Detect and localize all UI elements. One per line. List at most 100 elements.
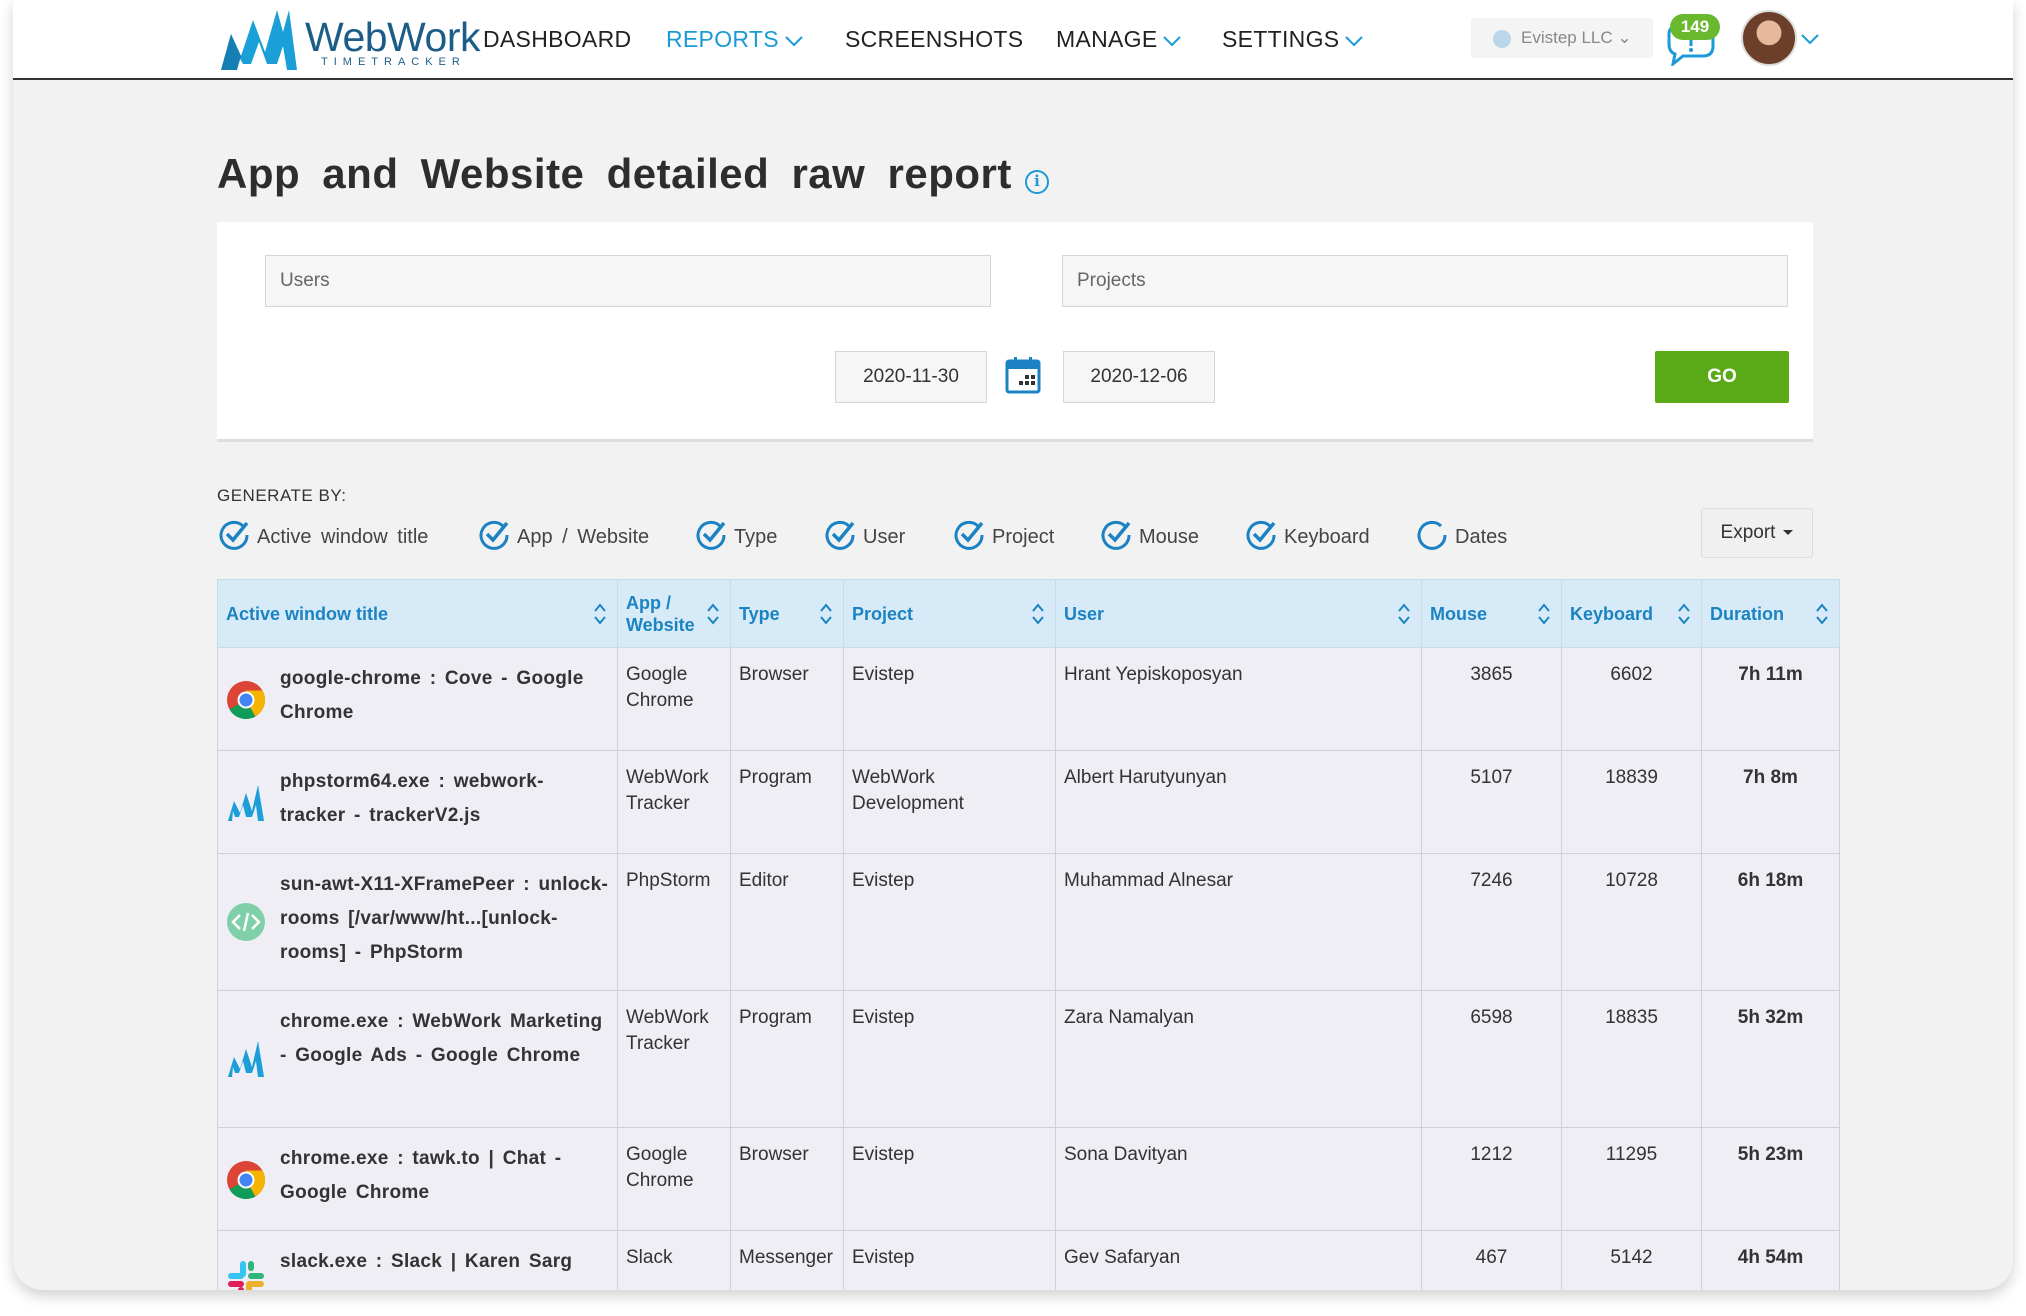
nav-dashboard[interactable]: DASHBOARD — [483, 26, 631, 53]
table-row[interactable]: google-chrome : Cove - Google Chrome Goo… — [217, 647, 1840, 751]
window-title-text: slack.exe : Slack | Karen Sarg — [280, 1251, 573, 1272]
webwork-icon — [228, 785, 264, 821]
organization-select[interactable]: Evistep LLC ⌄ — [1471, 18, 1653, 58]
slack-icon — [228, 1261, 264, 1290]
organization-icon — [1493, 30, 1511, 48]
column-header-keyboard[interactable]: Keyboard — [1561, 579, 1702, 648]
cell-duration: 5h 23m — [1701, 1127, 1840, 1231]
checked-circle-icon — [1246, 520, 1276, 550]
cell-app: WebWork Tracker — [617, 990, 731, 1128]
option-user[interactable]: User — [823, 518, 933, 554]
column-header-user[interactable]: User — [1055, 579, 1422, 648]
cell-user: Zara Namalyan — [1055, 990, 1422, 1128]
cell-keyboard: 6602 — [1561, 647, 1702, 751]
nav-reports[interactable]: REPORTS — [666, 26, 803, 53]
checked-circle-icon — [954, 520, 984, 550]
option-mouse[interactable]: Mouse — [1099, 518, 1229, 554]
logo-tagline: TIMETRACKER — [321, 56, 466, 68]
cell-user: Muhammad Alnesar — [1055, 853, 1422, 991]
cell-keyboard: 5142 — [1561, 1230, 1702, 1290]
window-title-text: phpstorm64.exe : webwork-tracker - track… — [280, 771, 544, 826]
column-header-mouse[interactable]: Mouse — [1421, 579, 1562, 648]
webwork-logo[interactable]: WebWork TIMETRACKER — [217, 6, 480, 74]
column-header-app-website[interactable]: App / Website — [617, 579, 731, 648]
date-to-field[interactable]: 2020-12-06 — [1063, 351, 1215, 403]
cell-project: Evistep — [843, 1127, 1056, 1231]
cell-duration: 5h 32m — [1701, 990, 1840, 1128]
option-active-window-title[interactable]: Active window title — [217, 518, 457, 554]
cell-user: Hrant Yepiskoposyan — [1055, 647, 1422, 751]
cell-project: Evistep — [843, 1230, 1056, 1290]
cell-keyboard: 18839 — [1561, 750, 1702, 854]
cell-keyboard: 11295 — [1561, 1127, 1702, 1231]
cell-type: Program — [730, 990, 844, 1128]
cell-window-title: slack.exe : Slack | Karen Sarg — [217, 1230, 618, 1290]
users-select[interactable] — [265, 255, 991, 307]
chevron-down-icon — [785, 26, 803, 53]
table-row[interactable]: phpstorm64.exe : webwork-tracker - track… — [217, 750, 1840, 854]
table-row[interactable]: sun-awt-X11-XFramePeer : unlock-rooms [/… — [217, 853, 1840, 991]
column-header-project[interactable]: Project — [843, 579, 1056, 648]
organization-name-text: Evistep LLC — [1521, 28, 1613, 47]
caret-down-icon — [1783, 530, 1794, 536]
date-from-field[interactable]: 2020-11-30 — [835, 351, 987, 403]
cell-type: Program — [730, 750, 844, 854]
option-label: App / Website — [517, 526, 650, 548]
top-navbar: WebWork TIMETRACKER DASHBOARD REPORTS SC… — [13, 0, 2013, 80]
option-app-website[interactable]: App / Website — [477, 518, 667, 554]
export-label: Export — [1720, 522, 1776, 543]
cell-mouse: 7246 — [1421, 853, 1562, 991]
page-title: App and Website detailed raw report — [217, 150, 1012, 197]
generate-by-label: GENERATE BY: — [217, 486, 347, 505]
unchecked-circle-icon — [1417, 520, 1447, 550]
option-type[interactable]: Type — [694, 518, 804, 554]
checked-circle-icon — [825, 520, 855, 550]
nav-manage-label: MANAGE — [1056, 26, 1158, 52]
cell-duration: 6h 18m — [1701, 853, 1840, 991]
go-button[interactable]: GO — [1655, 351, 1789, 403]
table-row[interactable]: chrome.exe : WebWork Marketing - Google … — [217, 990, 1840, 1128]
option-keyboard[interactable]: Keyboard — [1244, 518, 1394, 554]
column-header-duration[interactable]: Duration — [1701, 579, 1840, 648]
code-icon — [227, 903, 265, 941]
option-label: Dates — [1455, 526, 1508, 548]
user-avatar[interactable] — [1741, 10, 1797, 66]
cell-window-title: phpstorm64.exe : webwork-tracker - track… — [217, 750, 618, 854]
cell-type: Browser — [730, 1127, 844, 1231]
cell-project: Evistep — [843, 990, 1056, 1128]
report-table: Active window title App / Website Type P… — [217, 579, 1840, 1290]
cell-mouse: 3865 — [1421, 647, 1562, 751]
filter-panel: 2020-11-30 2020-12-06 GO — [217, 222, 1813, 442]
sort-icon — [1816, 603, 1828, 625]
cell-app: Google Chrome — [617, 647, 731, 751]
nav-screenshots[interactable]: SCREENSHOTS — [845, 26, 1023, 53]
cell-user: Sona Davityan — [1055, 1127, 1422, 1231]
cell-mouse: 1212 — [1421, 1127, 1562, 1231]
projects-select[interactable] — [1062, 255, 1788, 307]
option-label: Keyboard — [1284, 526, 1370, 548]
option-project[interactable]: Project — [952, 518, 1082, 554]
option-dates[interactable]: Dates — [1415, 518, 1525, 554]
nav-manage[interactable]: MANAGE — [1056, 26, 1182, 53]
table-row[interactable]: slack.exe : Slack | Karen Sarg Slack Mes… — [217, 1230, 1840, 1290]
option-label: Type — [734, 526, 778, 548]
checked-circle-icon — [1101, 520, 1131, 550]
column-header-type[interactable]: Type — [730, 579, 844, 648]
header-label: Mouse — [1430, 603, 1488, 624]
calendar-icon[interactable] — [1005, 356, 1041, 394]
sort-icon — [1538, 603, 1550, 625]
column-header-active-window-title[interactable]: Active window title — [217, 579, 618, 648]
window-title-text: chrome.exe : WebWork Marketing - Google … — [280, 1011, 603, 1066]
table-row[interactable]: chrome.exe : tawk.to | Chat - Google Chr… — [217, 1127, 1840, 1231]
header-label: Active window title — [226, 603, 389, 624]
info-icon[interactable]: i — [1025, 170, 1049, 194]
export-button[interactable]: Export — [1701, 508, 1813, 558]
chevron-down-icon[interactable] — [1801, 32, 1819, 50]
app-window: WebWork TIMETRACKER DASHBOARD REPORTS SC… — [13, 0, 2013, 1290]
option-label: Mouse — [1139, 526, 1200, 548]
nav-settings[interactable]: SETTINGS — [1222, 26, 1364, 53]
cell-app: Google Chrome — [617, 1127, 731, 1231]
checked-circle-icon — [479, 520, 509, 550]
window-title-text: chrome.exe : tawk.to | Chat - Google Chr… — [280, 1148, 562, 1203]
cell-mouse: 467 — [1421, 1230, 1562, 1290]
